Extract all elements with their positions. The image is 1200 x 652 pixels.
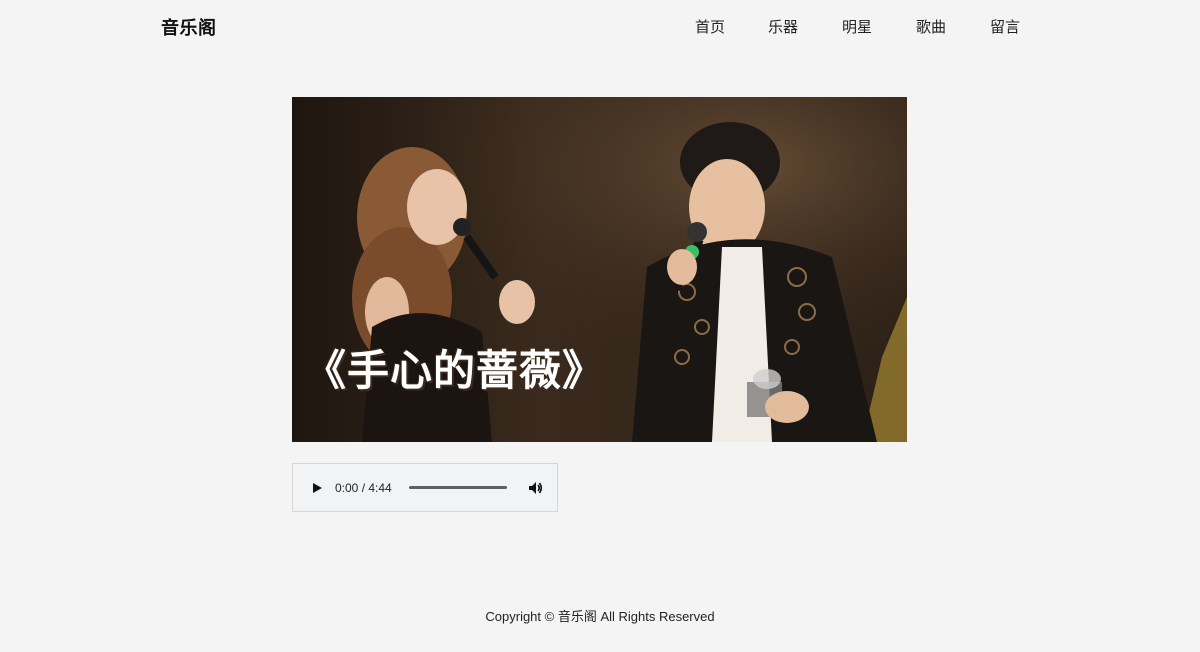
volume-icon[interactable] [527,480,543,496]
play-icon[interactable] [307,478,327,498]
main-nav: 首页 乐器 明星 歌曲 留言 [0,16,1200,38]
video-poster[interactable]: 《手心的蔷薇》 [292,97,907,442]
nav-item-instruments[interactable]: 乐器 [768,16,798,37]
nav-item-stars[interactable]: 明星 [842,16,872,37]
footer-copyright: Copyright © 音乐阁 All Rights Reserved [485,609,715,624]
nav-item-home[interactable]: 首页 [695,16,725,37]
video-overlay-title: 《手心的蔷薇》 [304,346,606,395]
time-display: 0:00 / 4:44 [335,481,392,495]
audio-player: 0:00 / 4:44 [292,463,558,512]
nav-item-messages[interactable]: 留言 [990,16,1020,37]
site-header: 音乐阁 首页 乐器 明星 歌曲 留言 [0,0,1200,54]
progress-bar[interactable] [409,486,507,489]
nav-item-songs[interactable]: 歌曲 [916,16,946,37]
